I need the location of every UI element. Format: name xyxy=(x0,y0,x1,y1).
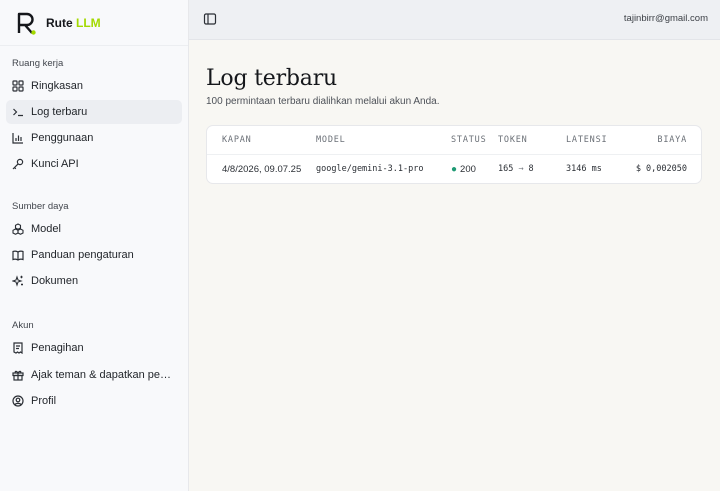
column-header-tokens[interactable]: TOKEN xyxy=(498,126,528,155)
cell-cost: $ 0,002050 xyxy=(635,164,687,174)
sparkles-icon xyxy=(12,275,24,287)
sidebar-item-label: Ringkasan xyxy=(31,80,83,92)
sidebar-item-panduan[interactable]: Panduan pengaturan xyxy=(6,243,182,267)
tokens-in: 165 xyxy=(498,164,514,174)
page-title: Log terbaru xyxy=(206,66,337,91)
brand[interactable]: Rute LLM xyxy=(0,0,188,46)
cell-when: 4/8/2026, 09.07.25 xyxy=(222,164,302,175)
status-dot-icon: ● xyxy=(451,164,458,175)
sidebar-item-label: Kunci API xyxy=(31,158,79,170)
logo-icon xyxy=(17,12,36,35)
nav-account: Penagihan Ajak teman & dapatkan pen… Pro… xyxy=(0,336,188,413)
column-header-model[interactable]: MODEL xyxy=(316,126,346,155)
book-icon xyxy=(12,249,24,261)
sidebar-item-label: Profil xyxy=(31,395,57,407)
dashboard-icon xyxy=(12,80,24,92)
sidebar-item-label: Ajak teman & dapatkan pen… xyxy=(31,369,175,381)
status-code: 200 xyxy=(460,164,476,175)
sidebar-item-label: Model xyxy=(31,223,61,235)
sidebar-item-profil[interactable]: Profil xyxy=(6,389,182,413)
cell-model: google/gemini-3.1-pro xyxy=(316,164,424,174)
sidebar-toggle-icon xyxy=(203,13,217,25)
bar-chart-icon xyxy=(12,132,24,144)
sidebar-toggle-button[interactable] xyxy=(203,12,217,26)
table-header: KAPAN MODEL STATUS TOKEN LATENSI BIAYA xyxy=(207,126,701,155)
sidebar-item-model[interactable]: Model xyxy=(6,217,182,241)
column-header-latency[interactable]: LATENSI xyxy=(566,126,607,155)
topbar: tajinbirr@gmail.com xyxy=(189,0,720,40)
column-header-cost[interactable]: BIAYA xyxy=(657,126,687,155)
sidebar-item-penagihan[interactable]: Penagihan xyxy=(6,336,182,360)
sidebar-item-ringkasan[interactable]: Ringkasan xyxy=(6,74,182,98)
gift-icon xyxy=(12,369,24,381)
sidebar-item-label: Log terbaru xyxy=(31,106,88,118)
sidebar-item-log-terbaru[interactable]: Log terbaru xyxy=(6,100,182,124)
column-header-when[interactable]: KAPAN xyxy=(222,126,252,155)
nav-workspace: Ringkasan Log terbaru Penggunaan Kunci A… xyxy=(0,74,188,176)
tokens-out: 8 xyxy=(528,164,534,174)
user-email[interactable]: tajinbirr@gmail.com xyxy=(624,13,708,24)
sidebar-item-label: Panduan pengaturan xyxy=(31,249,134,261)
arrow-right-icon: → xyxy=(518,164,524,174)
sidebar-item-referral[interactable]: Ajak teman & dapatkan pen… xyxy=(6,363,182,387)
sidebar-item-penggunaan[interactable]: Penggunaan xyxy=(6,126,182,150)
user-circle-icon xyxy=(12,395,24,407)
key-icon xyxy=(12,158,24,170)
table-row[interactable]: 4/8/2026, 09.07.25 google/gemini-3.1-pro… xyxy=(207,155,701,183)
column-header-status[interactable]: STATUS xyxy=(451,126,487,155)
cell-latency: 3146 ms xyxy=(566,164,602,174)
terminal-icon xyxy=(12,106,24,118)
app-name: Rute LLM xyxy=(46,15,101,30)
boxes-icon xyxy=(12,223,24,235)
page-subtitle: 100 permintaan terbaru dialihkan melalui… xyxy=(206,96,440,107)
section-label-resources: Sumber daya xyxy=(12,201,69,212)
logs-table: KAPAN MODEL STATUS TOKEN LATENSI BIAYA 4… xyxy=(206,125,702,184)
receipt-icon xyxy=(12,342,24,354)
sidebar-item-kunci-api[interactable]: Kunci API xyxy=(6,152,182,176)
sidebar: Rute LLM Ruang kerja Ringkasan Log terba… xyxy=(0,0,189,491)
sidebar-item-label: Penggunaan xyxy=(31,132,94,144)
nav-resources: Model Panduan pengaturan Dokumen xyxy=(0,217,188,293)
cell-tokens: 165 → 8 xyxy=(498,155,534,183)
section-label-workspace: Ruang kerja xyxy=(12,58,64,69)
section-label-account: Akun xyxy=(12,320,34,331)
sidebar-item-label: Penagihan xyxy=(31,342,84,354)
sidebar-item-dokumen[interactable]: Dokumen xyxy=(6,269,182,293)
sidebar-item-label: Dokumen xyxy=(31,275,79,287)
status-badge: ● 200 xyxy=(451,155,476,183)
main-content: Log terbaru 100 permintaan terbaru diali… xyxy=(206,66,702,184)
